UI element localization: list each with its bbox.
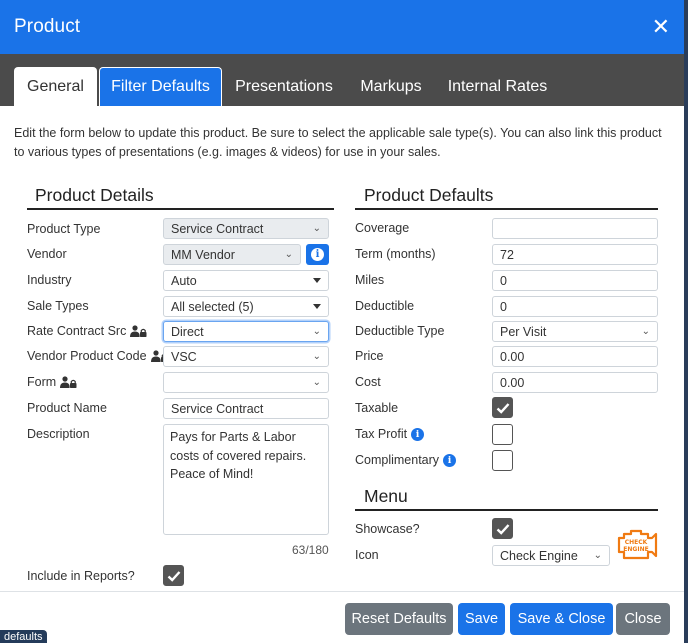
product-defaults-rule <box>355 208 658 210</box>
menu-rule <box>355 509 658 511</box>
chevron-down-icon: ⌄ <box>312 223 321 234</box>
price-input[interactable]: 0.00 <box>492 346 658 367</box>
chevron-down-icon: ⌄ <box>284 249 293 260</box>
complimentary-checkbox[interactable] <box>492 450 513 471</box>
description-textarea[interactable]: Pays for Parts & Labor costs of covered … <box>163 424 329 535</box>
check-icon <box>496 402 509 414</box>
save-close-button[interactable]: Save & Close <box>510 603 613 635</box>
user-lock-icon <box>60 376 77 388</box>
term-label: Term (months) <box>355 247 436 261</box>
footer-divider <box>0 591 684 592</box>
product-details-title: Product Details <box>35 185 154 205</box>
save-button[interactable]: Save <box>458 603 505 635</box>
intro-text: Edit the form below to update this produ… <box>14 126 662 159</box>
description-counter: 63/180 <box>292 543 329 557</box>
info-icon: i <box>311 248 324 261</box>
product-details-rule <box>27 208 334 210</box>
sale-types-label: Sale Types <box>27 299 89 313</box>
tab-internal-rates[interactable]: Internal Rates <box>440 67 555 106</box>
icon-label: Icon <box>355 548 379 562</box>
check-icon <box>496 523 509 535</box>
caret-down-icon <box>313 304 321 309</box>
chevron-down-icon: ⌄ <box>593 550 602 561</box>
chevron-down-icon: ⌄ <box>312 326 321 337</box>
form-select[interactable]: ⌄ <box>163 372 329 393</box>
deductible-type-label: Deductible Type <box>355 324 445 338</box>
close-icon[interactable]: ✕ <box>652 16 670 38</box>
showcase-checkbox[interactable] <box>492 518 513 539</box>
product-name-label: Product Name <box>27 401 107 415</box>
industry-select[interactable]: Auto <box>163 270 329 291</box>
vendor-label: Vendor <box>27 247 67 261</box>
tab-markups[interactable]: Markups <box>350 67 432 106</box>
showcase-label: Showcase? <box>355 522 420 536</box>
miles-input[interactable]: 0 <box>492 270 658 291</box>
tab-filter-defaults[interactable]: Filter Defaults <box>99 67 222 106</box>
complimentary-label: Complimentary i <box>355 450 457 470</box>
taxable-label: Taxable <box>355 401 399 415</box>
user-lock-icon <box>130 325 147 337</box>
chevron-down-icon: ⌄ <box>641 326 650 337</box>
chevron-down-icon: ⌄ <box>312 351 321 362</box>
background-defaults-tag: defaults <box>0 630 47 643</box>
menu-title: Menu <box>364 486 408 506</box>
product-type-label: Product Type <box>27 222 101 236</box>
sale-types-select[interactable]: All selected (5) <box>163 296 329 317</box>
tax-profit-checkbox[interactable] <box>492 424 513 445</box>
taxable-checkbox[interactable] <box>492 397 513 418</box>
cost-input[interactable]: 0.00 <box>492 372 658 393</box>
coverage-label: Coverage <box>355 221 410 235</box>
modal-title: Product <box>14 16 81 37</box>
product-type-select[interactable]: Service Contract ⌄ <box>163 218 329 239</box>
product-defaults-title: Product Defaults <box>364 185 494 205</box>
form-label: Form <box>27 372 77 392</box>
rate-contract-src-label: Rate Contract Src <box>27 321 147 341</box>
deductible-label: Deductible <box>355 299 415 313</box>
deductible-type-select[interactable]: Per Visit ⌄ <box>492 321 658 342</box>
caret-down-icon <box>313 278 321 283</box>
description-label: Description <box>27 427 90 441</box>
tab-presentations[interactable]: Presentations <box>226 67 342 106</box>
background-page <box>684 0 688 643</box>
modal-header: Product ✕ <box>0 0 684 54</box>
tab-general[interactable]: General <box>14 67 97 106</box>
industry-label: Industry <box>27 273 72 287</box>
info-icon[interactable]: i <box>411 427 425 441</box>
vendor-product-code-label: Vendor Product Code <box>27 346 168 366</box>
info-icon[interactable]: i <box>443 453 457 467</box>
product-modal: Product ✕ General Filter Defaults Presen… <box>0 0 684 643</box>
miles-label: Miles <box>355 273 385 287</box>
deductible-input[interactable]: 0 <box>492 296 658 317</box>
vendor-select[interactable]: MM Vendor ⌄ <box>163 244 301 265</box>
rate-contract-src-select[interactable]: Direct ⌄ <box>163 321 329 342</box>
coverage-input[interactable] <box>492 218 658 239</box>
close-button[interactable]: Close <box>616 603 670 635</box>
svg-text:ENGINE: ENGINE <box>623 546 648 553</box>
check-engine-icon: CHECK ENGINE <box>617 529 658 560</box>
vendor-info-button[interactable]: i <box>306 244 329 265</box>
term-input[interactable]: 72 <box>492 244 658 265</box>
include-in-reports-checkbox[interactable] <box>163 565 184 586</box>
product-name-input[interactable]: Service Contract <box>163 398 329 419</box>
cost-label: Cost <box>355 375 381 389</box>
check-icon <box>167 570 180 582</box>
chevron-down-icon: ⌄ <box>312 377 321 388</box>
include-in-reports-label: Include in Reports? <box>27 569 135 583</box>
reset-defaults-button[interactable]: Reset Defaults <box>345 603 453 635</box>
tab-bar: General Filter Defaults Presentations Ma… <box>0 54 684 106</box>
tax-profit-label: Tax Profit i <box>355 424 425 444</box>
price-label: Price <box>355 349 384 363</box>
svg-text:CHECK: CHECK <box>625 539 648 546</box>
vendor-product-code-select[interactable]: VSC ⌄ <box>163 346 329 367</box>
icon-select[interactable]: Check Engine ⌄ <box>492 545 610 566</box>
